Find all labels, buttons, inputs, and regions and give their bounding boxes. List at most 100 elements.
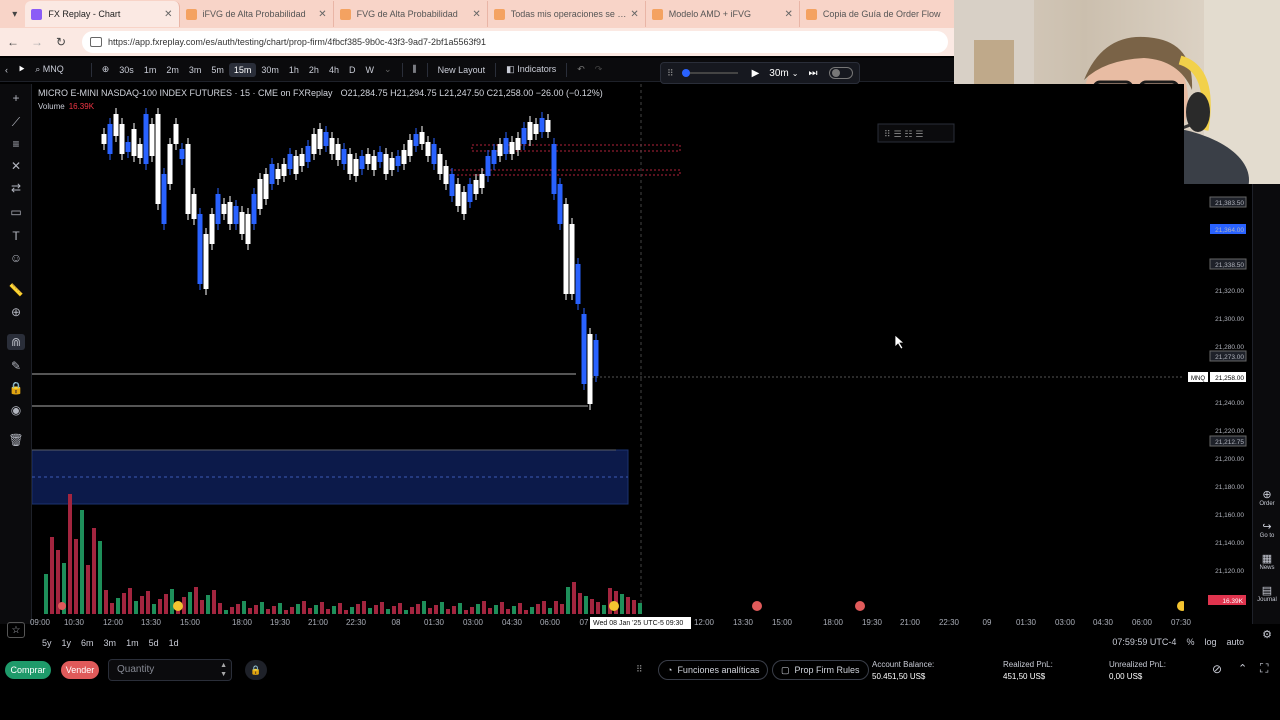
lock-button[interactable]: 🔒 bbox=[245, 660, 267, 680]
interval-1h[interactable]: 1h bbox=[284, 63, 304, 77]
chevron-down-icon[interactable]: ⌄ bbox=[379, 62, 397, 77]
price-axis[interactable]: 21,383.50 21,364.00 21,338.50 21,320.00 21,3… bbox=[1184, 184, 1250, 622]
drawing-object-toolbar[interactable]: ⠿ ☰ ☷ ☰ bbox=[877, 123, 955, 143]
news-marker[interactable] bbox=[609, 601, 619, 611]
lock-icon[interactable]: 🔒 bbox=[7, 380, 25, 396]
position-icon[interactable]: ⇄ bbox=[7, 180, 25, 196]
crosshair-icon[interactable]: + bbox=[7, 90, 25, 106]
reload-icon[interactable]: ↻ bbox=[50, 35, 72, 49]
ruler-icon[interactable]: 📏 bbox=[7, 282, 25, 298]
brush-icon[interactable]: ✎ bbox=[7, 358, 25, 374]
emoji-icon[interactable]: ☺ bbox=[7, 250, 25, 266]
prop-firm-rules-button[interactable]: ▢ Prop Firm Rules bbox=[772, 660, 869, 680]
symbol-search[interactable]: ⌕ MNQ bbox=[30, 62, 69, 77]
range-5y[interactable]: 5y bbox=[42, 638, 52, 648]
news-marker[interactable] bbox=[58, 602, 66, 610]
magnet-icon[interactable]: ⋒ bbox=[7, 334, 25, 350]
close-icon[interactable]: ✕ bbox=[318, 9, 326, 20]
tab-fvg[interactable]: FVG de Alta Probabilidad ✕ bbox=[334, 1, 488, 27]
close-icon[interactable]: ✕ bbox=[472, 9, 480, 20]
interval-1m[interactable]: 1m bbox=[139, 63, 162, 77]
back-icon[interactable]: ← bbox=[2, 35, 24, 49]
trendline-icon[interactable]: ⟋ bbox=[7, 114, 25, 130]
range-3m[interactable]: 3m bbox=[104, 638, 117, 648]
fullscreen-icon[interactable]: ⛶ bbox=[1260, 661, 1268, 676]
tab-operaciones[interactable]: Todas mis operaciones se basan ✕ bbox=[488, 1, 646, 27]
interval-2h[interactable]: 2h bbox=[304, 63, 324, 77]
close-icon[interactable]: ✕ bbox=[785, 9, 793, 20]
slider-knob[interactable] bbox=[681, 69, 690, 77]
close-icon[interactable]: ✕ bbox=[630, 9, 638, 20]
chart-area[interactable]: ⠿ ☰ ☷ ☰ bbox=[31, 84, 1187, 614]
zoom-icon[interactable]: ⊕ bbox=[7, 304, 25, 320]
candles-icon[interactable]: ⫼ bbox=[408, 62, 422, 77]
drag-handle-icon[interactable]: ⠿ bbox=[636, 664, 643, 675]
news-marker[interactable] bbox=[173, 601, 183, 611]
trash-icon[interactable]: 🗑 bbox=[7, 432, 25, 448]
news-marker[interactable] bbox=[752, 601, 762, 611]
replay-toggle[interactable] bbox=[829, 67, 854, 79]
range-1d[interactable]: 1d bbox=[169, 638, 179, 648]
quantity-input[interactable]: Quantity ▲ ▼ bbox=[108, 659, 232, 681]
range-1m[interactable]: 1m bbox=[126, 638, 139, 648]
settings-icon[interactable]: ⚙ bbox=[1255, 628, 1279, 641]
replay-interval[interactable]: 30m bbox=[769, 68, 788, 79]
rectangle-icon[interactable]: ▭ bbox=[7, 204, 25, 220]
interval-30m[interactable]: 30m bbox=[256, 63, 284, 77]
news-button[interactable]: ▦ News bbox=[1255, 552, 1279, 571]
interval-30s[interactable]: 30s bbox=[114, 63, 139, 77]
url-field[interactable]: https://app.fxreplay.com/es/auth/testing… bbox=[82, 31, 948, 53]
goto-button[interactable]: ↪ Go to bbox=[1255, 520, 1279, 539]
journal-button[interactable]: ▤ Journal bbox=[1255, 584, 1279, 603]
hide-eye-icon[interactable]: ⊘ bbox=[1212, 662, 1222, 676]
play-icon[interactable]: ▶ bbox=[752, 68, 760, 79]
forward-icon[interactable]: → bbox=[26, 35, 48, 49]
chart-legend[interactable]: MICRO E-MINI NASDAQ-100 INDEX FUTURES · … bbox=[38, 88, 603, 111]
sell-button[interactable]: Vender bbox=[61, 661, 99, 679]
analytics-button[interactable]: ◔ Funciones analíticas bbox=[658, 660, 769, 680]
interval-w[interactable]: W bbox=[360, 63, 379, 77]
auto-toggle[interactable]: auto bbox=[1226, 637, 1244, 647]
volume-legend[interactable]: Volume 16.39K bbox=[38, 102, 94, 111]
tab-search-icon[interactable]: ▾ bbox=[4, 3, 25, 25]
order-button[interactable]: ⊕ Order bbox=[1255, 488, 1279, 507]
favorites-icon[interactable]: ☆ bbox=[7, 622, 25, 638]
new-layout-button[interactable]: New Layout bbox=[433, 63, 491, 77]
tab-order-flow[interactable]: Copia de Guía de Order Flow bbox=[800, 1, 954, 27]
range-1y[interactable]: 1y bbox=[62, 638, 72, 648]
legend-title[interactable]: MICRO E-MINI NASDAQ-100 INDEX FUTURES · … bbox=[38, 88, 333, 98]
replay-speed-slider[interactable] bbox=[681, 69, 738, 77]
chevron-down-icon[interactable]: ⌄ bbox=[792, 69, 799, 78]
undo-icon[interactable]: ↶ bbox=[572, 62, 590, 77]
clock-label[interactable]: 07:59:59 UTC-4 bbox=[1112, 637, 1176, 647]
interval-5m[interactable]: 5m bbox=[206, 63, 229, 77]
tab-fx-replay[interactable]: FX Replay - Chart ✕ bbox=[25, 1, 180, 27]
drag-handle-icon[interactable]: ⠿ bbox=[667, 68, 674, 79]
redo-icon[interactable]: ↷ bbox=[590, 62, 608, 77]
interval-15m[interactable]: 15m bbox=[228, 62, 257, 77]
quantity-stepper[interactable]: ▲ ▼ bbox=[220, 661, 227, 679]
buy-button[interactable]: Comprar bbox=[5, 661, 51, 679]
tab-ifvg[interactable]: iFVG de Alta Probabilidad ✕ bbox=[180, 1, 334, 27]
step-forward-icon[interactable]: ⏭ bbox=[808, 68, 817, 79]
chevron-up-icon[interactable]: ⌃ bbox=[1238, 662, 1247, 675]
eye-icon[interactable]: ◉ bbox=[7, 402, 25, 418]
fib-icon[interactable]: ≡ bbox=[7, 136, 25, 152]
interval-4h[interactable]: 4h bbox=[324, 63, 344, 77]
compare-add-icon[interactable]: ⊕ bbox=[97, 62, 115, 77]
range-6m[interactable]: 6m bbox=[81, 638, 94, 648]
pattern-icon[interactable]: ✕ bbox=[7, 158, 25, 174]
candlestick-chart[interactable]: ⠿ ☰ ☷ ☰ bbox=[31, 84, 1187, 614]
indicators-button[interactable]: ◧ Indicators bbox=[501, 62, 561, 77]
news-marker[interactable] bbox=[855, 601, 865, 611]
interval-3m[interactable]: 3m bbox=[184, 63, 207, 77]
close-icon[interactable]: ✕ bbox=[164, 9, 172, 20]
percent-toggle[interactable]: % bbox=[1186, 637, 1194, 647]
range-5d[interactable]: 5d bbox=[149, 638, 159, 648]
log-toggle[interactable]: log bbox=[1204, 637, 1216, 647]
text-icon[interactable]: T bbox=[7, 228, 25, 244]
news-marker[interactable] bbox=[1177, 601, 1187, 611]
back-icon[interactable]: ‹ bbox=[0, 63, 13, 77]
tab-modelo-amd[interactable]: Modelo AMD + iFVG ✕ bbox=[646, 1, 800, 27]
interval-d[interactable]: D bbox=[344, 63, 361, 77]
